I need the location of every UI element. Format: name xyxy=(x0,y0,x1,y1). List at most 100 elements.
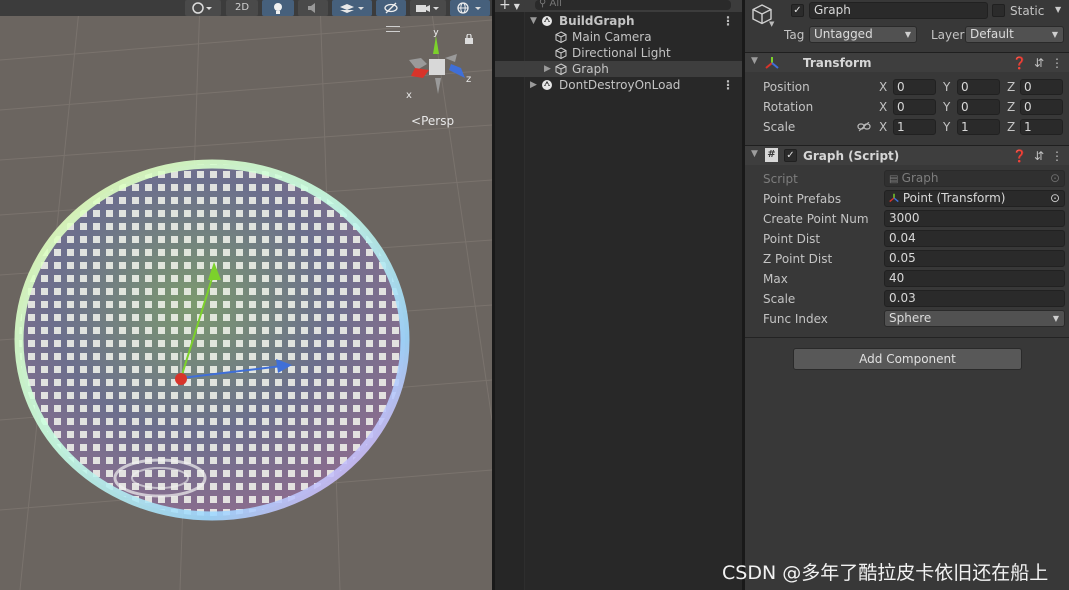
gizmos-button[interactable] xyxy=(450,0,490,16)
rotation-x-field[interactable]: 0 xyxy=(893,99,936,115)
script-enabled-checkbox[interactable]: ✓ xyxy=(784,149,797,162)
script-ref-value: Graph xyxy=(901,171,939,185)
func-index-value: Sphere xyxy=(889,311,932,325)
object-picker-icon[interactable]: ⊙ xyxy=(1050,191,1060,206)
preset-sliders-icon[interactable]: ⇵ xyxy=(1034,149,1044,163)
expand-arrow-icon[interactable]: ▼ xyxy=(530,13,537,29)
add-component-button[interactable]: Add Component xyxy=(793,348,1022,370)
constrain-proportions-icon[interactable] xyxy=(857,122,871,132)
projection-toggle[interactable]: <Persp xyxy=(411,114,454,128)
hierarchy-item-directional-light[interactable]: Directional Light xyxy=(495,45,742,61)
watermark: CSDN @多年了酷拉皮卡依旧还在船上 xyxy=(722,562,1049,584)
unity-scene-icon xyxy=(542,16,552,26)
expand-arrow-icon[interactable]: ▶ xyxy=(530,77,537,93)
axis-y-label: Y xyxy=(943,100,951,114)
fold-arrow-icon[interactable]: ▼ xyxy=(751,149,758,159)
position-z-field[interactable]: 0 xyxy=(1020,79,1063,95)
axis-x-label: X xyxy=(879,100,888,114)
point-prefabs-field[interactable]: Point (Transform) ⊙ xyxy=(884,190,1065,207)
search-placeholder: All xyxy=(549,0,562,9)
active-checkbox[interactable]: ✓ xyxy=(791,4,804,17)
object-picker-icon: ⊙ xyxy=(1049,171,1060,185)
speaker-icon xyxy=(308,3,315,13)
hierarchy-item-buildgraph[interactable]: ▼ BuildGraph ⋮ xyxy=(495,13,742,29)
scene-view[interactable]: 2D y x z <Persp xyxy=(0,0,492,590)
hierarchy-panel: + ▼ ⚲ All ▼ BuildGraph ⋮ Main Camera Dire… xyxy=(495,0,742,590)
axis-y-label: Y xyxy=(943,80,951,94)
scale-field-label: Scale xyxy=(763,292,796,306)
chevron-down-icon: ▼ xyxy=(904,30,911,39)
rotation-label: Rotation xyxy=(763,100,814,114)
hierarchy-item-label: Graph xyxy=(572,62,609,76)
static-checkbox[interactable] xyxy=(992,4,1005,17)
axis-z-label: Z xyxy=(1007,120,1016,134)
object-name-field[interactable]: Graph xyxy=(809,2,988,19)
scale-y-field[interactable]: 1 xyxy=(957,119,1000,135)
position-x-field[interactable]: 0 xyxy=(893,79,936,95)
layer-dropdown[interactable]: Default ▼ xyxy=(965,26,1064,43)
layers-icon xyxy=(340,4,364,13)
script-label: Script xyxy=(763,172,798,186)
scale-x-field[interactable]: 1 xyxy=(893,119,936,135)
gizmo-x-cone[interactable] xyxy=(411,68,429,78)
camera-settings-button[interactable] xyxy=(410,0,446,16)
z-point-dist-field[interactable]: 0.05 xyxy=(884,250,1065,267)
point-prefabs-label: Point Prefabs xyxy=(763,192,842,206)
create-point-num-field[interactable]: 3000 xyxy=(884,210,1065,227)
chevron-down-icon: ▼ xyxy=(1052,314,1059,323)
csharp-script-icon: # xyxy=(765,148,778,162)
hierarchy-item-label: BuildGraph xyxy=(559,14,635,28)
effects-toggle-button[interactable] xyxy=(332,0,372,16)
rotation-y-field[interactable]: 0 xyxy=(957,99,1000,115)
tag-dropdown[interactable]: Untagged ▼ xyxy=(809,26,917,43)
kebab-menu-icon[interactable]: ⋮ xyxy=(1051,149,1063,163)
lighting-toggle-button[interactable] xyxy=(262,0,294,16)
script-file-icon: ▤ xyxy=(889,174,902,185)
max-field[interactable]: 40 xyxy=(884,270,1065,287)
position-y-field[interactable]: 0 xyxy=(957,79,1000,95)
gizmo-y-cone[interactable] xyxy=(433,36,439,54)
expand-arrow-icon[interactable]: ▶ xyxy=(544,61,551,77)
gizmo-z-cone[interactable] xyxy=(449,64,465,78)
gameobject-cube-icon xyxy=(555,47,567,59)
kebab-menu-icon[interactable]: ⋮ xyxy=(722,13,734,29)
chevron-down-icon[interactable]: ▼ xyxy=(1055,5,1061,14)
hierarchy-item-label: Directional Light xyxy=(572,46,671,60)
kebab-menu-icon[interactable]: ⋮ xyxy=(1051,56,1063,70)
axis-y-label: Y xyxy=(943,120,951,134)
search-icon: ⚲ xyxy=(539,0,550,9)
point-dist-field[interactable]: 0.04 xyxy=(884,230,1065,247)
help-icon[interactable]: ❓ xyxy=(1012,56,1027,70)
chevron-down-icon[interactable]: ▼ xyxy=(769,20,774,28)
shading-mode-button[interactable] xyxy=(185,0,221,16)
help-icon[interactable]: ❓ xyxy=(1012,149,1027,163)
audio-toggle-button[interactable] xyxy=(298,0,328,16)
hierarchy-item-graph[interactable]: ▶ Graph xyxy=(495,61,742,77)
scale-field[interactable]: 0.03 xyxy=(884,290,1065,307)
orientation-gizmo[interactable]: y x z xyxy=(405,30,475,100)
scale-z-field[interactable]: 1 xyxy=(1020,119,1063,135)
fold-arrow-icon[interactable]: ▼ xyxy=(751,56,758,66)
hierarchy-item-main-camera[interactable]: Main Camera xyxy=(495,29,742,45)
chevron-down-icon: ▼ xyxy=(1051,30,1058,39)
transform-title: Transform xyxy=(803,56,872,70)
max-label: Max xyxy=(763,272,788,286)
hidden-objects-button[interactable] xyxy=(376,0,406,16)
toggle-2d-button[interactable]: 2D xyxy=(226,0,258,16)
kebab-menu-icon[interactable]: ⋮ xyxy=(722,77,734,93)
lightbulb-icon xyxy=(274,3,282,14)
scale-label: Scale xyxy=(763,120,796,134)
func-index-dropdown[interactable]: Sphere ▼ xyxy=(884,310,1065,327)
shading-sphere-icon xyxy=(192,2,212,14)
scene-overlay-menu-icon[interactable] xyxy=(386,26,400,32)
hierarchy-item-dontdestroyonload[interactable]: ▶ DontDestroyOnLoad ⋮ xyxy=(495,77,742,93)
hierarchy-search-input[interactable]: ⚲ All xyxy=(535,0,731,10)
preset-sliders-icon[interactable]: ⇵ xyxy=(1034,56,1044,70)
graph-script-header[interactable]: ▼ # ✓ Graph (Script) ❓ ⇵ ⋮ xyxy=(745,145,1069,165)
rotation-z-field[interactable]: 0 xyxy=(1020,99,1063,115)
projection-label: Persp xyxy=(421,114,455,128)
transform-header[interactable]: ▼ Transform ❓ ⇵ ⋮ xyxy=(745,52,1069,72)
component-separator xyxy=(745,337,1069,338)
axis-x-label: X xyxy=(879,80,888,94)
camera-icon xyxy=(416,5,439,12)
